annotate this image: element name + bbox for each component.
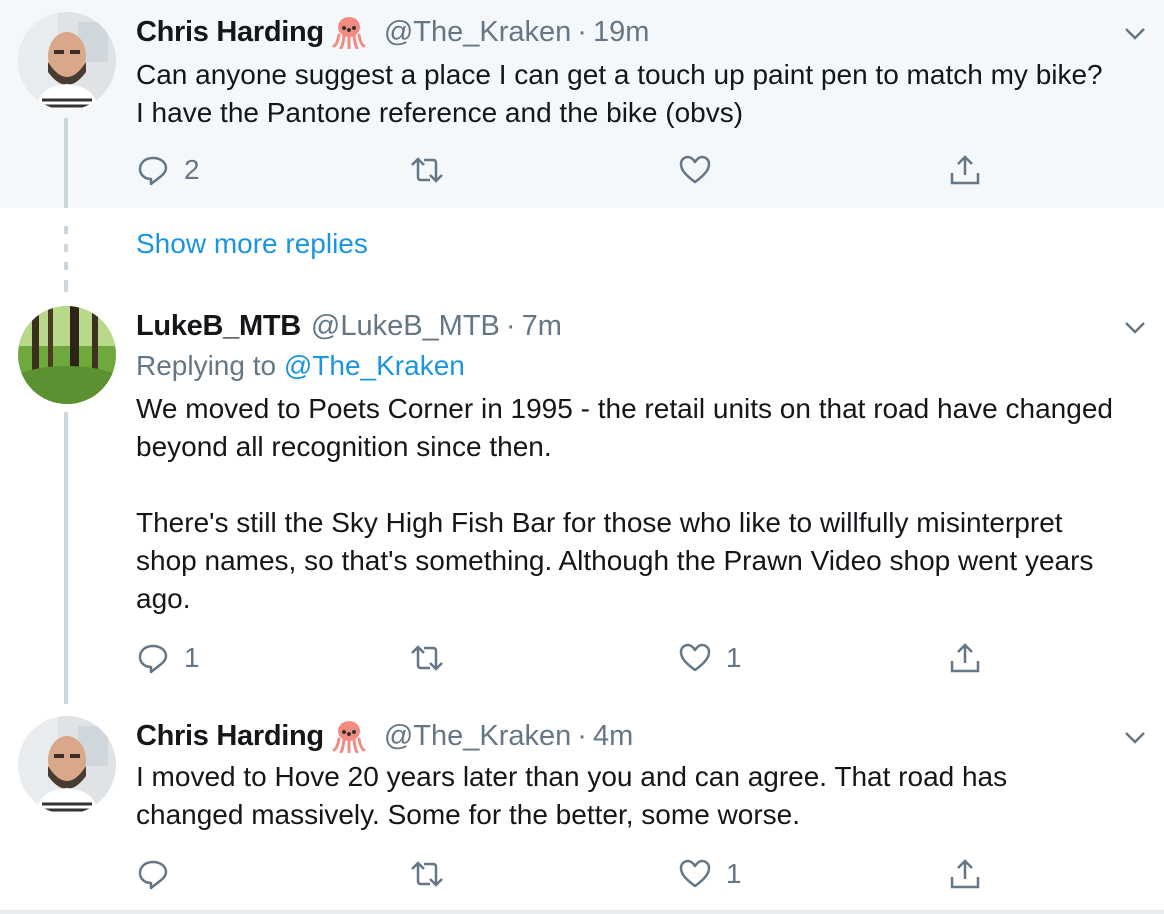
- tweet-3[interactable]: Chris Harding @The_Kraken · 4m I moved t…: [0, 700, 1164, 910]
- heart-icon: [679, 155, 711, 184]
- retweet-button[interactable]: [408, 852, 446, 896]
- share-icon: [950, 859, 980, 889]
- tweet-actions: 1: [0, 852, 1164, 896]
- tweet-1[interactable]: Chris Harding @The_Kraken · 19m Can anyo…: [0, 0, 1164, 208]
- share-button[interactable]: [948, 148, 982, 192]
- tweet-text: I moved to Hove 20 years later than you …: [136, 761, 1008, 830]
- like-button[interactable]: [678, 148, 712, 192]
- retweet-icon: [411, 861, 443, 887]
- tweet-actions: 1 1: [0, 636, 1164, 680]
- chevron-down-icon[interactable]: [1120, 312, 1150, 342]
- reply-button[interactable]: 1: [136, 636, 200, 680]
- share-button[interactable]: [948, 852, 982, 896]
- timestamp[interactable]: 4m: [593, 720, 633, 753]
- like-count: 1: [726, 642, 742, 673]
- replying-prefix: Replying to: [136, 350, 277, 381]
- reply-button[interactable]: 2: [136, 148, 200, 192]
- reply-count: 2: [184, 154, 200, 185]
- show-more-replies-link[interactable]: Show more replies: [136, 228, 368, 260]
- tweet-text: Can anyone suggest a place I can get a t…: [136, 59, 1103, 128]
- like-button[interactable]: 1: [678, 636, 742, 680]
- handle[interactable]: @The_Kraken: [384, 16, 571, 49]
- tweet-header: Chris Harding @The_Kraken · 19m: [136, 12, 649, 52]
- timestamp[interactable]: 19m: [593, 16, 649, 49]
- retweet-icon: [411, 645, 443, 671]
- reply-count: 1: [184, 642, 200, 673]
- handle[interactable]: @LukeB_MTB: [311, 310, 500, 343]
- separator: ·: [505, 309, 516, 342]
- tweet-header: Chris Harding @The_Kraken · 4m: [136, 716, 633, 756]
- share-icon: [950, 155, 980, 185]
- divider: [0, 910, 1164, 914]
- separator: ·: [577, 15, 587, 48]
- reply-icon: [138, 860, 168, 890]
- avatar[interactable]: [18, 12, 116, 110]
- retweet-button[interactable]: [408, 148, 446, 192]
- retweet-icon: [411, 157, 443, 183]
- tweet-2[interactable]: LukeB_MTB @LukeB_MTB · 7m Replying to @T…: [0, 296, 1164, 700]
- handle[interactable]: @The_Kraken: [384, 720, 571, 753]
- like-count: 1: [726, 858, 742, 889]
- avatar[interactable]: [18, 716, 116, 814]
- thread-dash: [64, 244, 68, 252]
- octopus-icon: [332, 15, 366, 50]
- timestamp[interactable]: 7m: [522, 310, 562, 343]
- heart-icon: [679, 643, 711, 672]
- chevron-down-icon[interactable]: [1120, 18, 1150, 48]
- replying-to-link[interactable]: @The_Kraken: [284, 350, 465, 381]
- reply-button[interactable]: [136, 852, 184, 896]
- tweet-header: LukeB_MTB @LukeB_MTB · 7m: [136, 306, 562, 346]
- share-icon: [950, 643, 980, 673]
- tweet-text: We moved to Poets Corner in 1995 - the r…: [136, 393, 1113, 614]
- chevron-down-icon[interactable]: [1120, 722, 1150, 752]
- reply-icon: [138, 156, 168, 186]
- avatar[interactable]: [18, 306, 116, 404]
- like-button[interactable]: 1: [678, 852, 742, 896]
- reply-icon: [138, 644, 168, 674]
- thread-line: [64, 412, 68, 704]
- display-name[interactable]: LukeB_MTB: [136, 310, 301, 343]
- display-name[interactable]: Chris Harding: [136, 720, 324, 753]
- retweet-button[interactable]: [408, 636, 446, 680]
- octopus-icon: [332, 719, 366, 754]
- thread-line: [64, 118, 68, 208]
- thread-dash: [64, 226, 68, 234]
- display-name[interactable]: Chris Harding: [136, 16, 324, 49]
- replying-to: Replying to @The_Kraken: [136, 350, 465, 382]
- thread-dash: [64, 262, 68, 270]
- tweet-actions: 2: [0, 148, 1164, 192]
- heart-icon: [679, 859, 711, 888]
- separator: ·: [577, 719, 587, 752]
- share-button[interactable]: [948, 636, 982, 680]
- thread-dash: [64, 280, 68, 292]
